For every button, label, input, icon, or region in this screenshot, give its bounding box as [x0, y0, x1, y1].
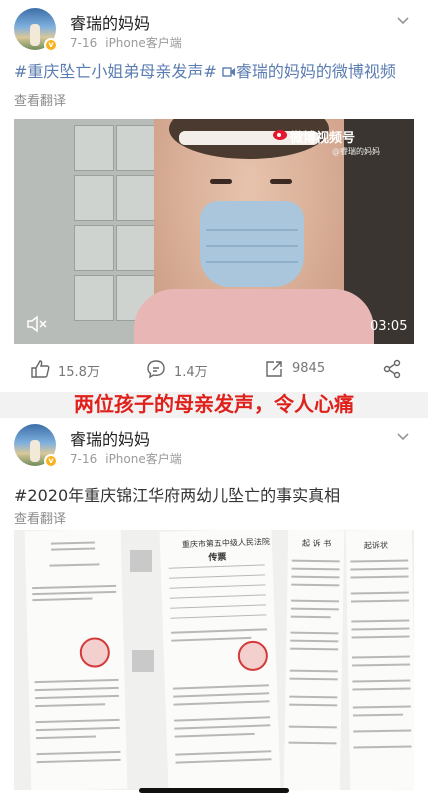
home-indicator[interactable]: [139, 788, 289, 793]
video-watermark-sub: @睿瑞的妈妈: [332, 147, 380, 156]
post-content: #2020年重庆锦江华府两幼儿坠亡的事实真相: [14, 486, 341, 505]
repost-count: 15.8万: [58, 365, 100, 380]
doc2-subtitle: 传票: [208, 552, 227, 564]
mute-icon[interactable]: [26, 315, 48, 333]
video-duration: 03:05: [370, 319, 408, 334]
topic-tag[interactable]: #重庆坠亡小姐弟母亲发声#: [14, 62, 217, 81]
weibo-post-1: v 睿瑞的妈妈 7-16 iPhone客户端 #重庆坠亡小姐弟母亲发声# 睿瑞的妈…: [0, 0, 428, 392]
post-header: v 睿瑞的妈妈 7-16 iPhone客户端: [14, 424, 414, 468]
comment-count: 1.4万: [174, 365, 208, 380]
comment-icon: [147, 360, 165, 379]
post-header: v 睿瑞的妈妈 7-16 iPhone客户端: [14, 8, 414, 52]
post-meta: 7-16 iPhone客户端: [70, 450, 182, 467]
thumbs-up-icon: [31, 360, 50, 378]
like-count: 9845: [292, 361, 326, 376]
document-image[interactable]: 重庆市第五中级人民法院 传票 起 诉 书 起诉状: [14, 530, 414, 790]
video-watermark: 微博视频号: [290, 131, 356, 146]
doc3-title: 起 诉 书: [301, 538, 332, 549]
username[interactable]: 睿瑞的妈妈: [70, 426, 150, 450]
translate-link[interactable]: 查看翻译: [14, 508, 66, 527]
video-link-label: 睿瑞的妈妈的微博视频: [235, 62, 396, 81]
document-page-2: 重庆市第五中级人民法院 传票: [159, 530, 281, 790]
post-date: 7-16: [70, 36, 98, 50]
forward-icon: [266, 361, 282, 377]
document-page-4: 起诉状: [345, 530, 414, 790]
username[interactable]: 睿瑞的妈妈: [70, 10, 150, 34]
post-client: iPhone客户端: [105, 452, 182, 466]
verified-badge-icon: v: [44, 454, 58, 468]
video-player[interactable]: 微博视频号 @睿瑞的妈妈 03:05: [14, 119, 414, 344]
post-date: 7-16: [70, 452, 98, 466]
document-page-1: [24, 530, 128, 790]
weibo-logo-icon: [273, 130, 287, 140]
post-content: #重庆坠亡小姐弟母亲发声# 睿瑞的妈妈的微博视频: [14, 60, 418, 84]
chevron-down-icon[interactable]: [396, 14, 410, 28]
translate-link[interactable]: 查看翻译: [14, 90, 66, 109]
post-meta: 7-16 iPhone客户端: [70, 34, 182, 51]
face-mask: [200, 201, 304, 287]
verified-badge-icon: v: [44, 38, 58, 52]
share-icon: [383, 359, 401, 379]
overlay-caption: 两位孩子的母亲发声，令人心痛: [74, 392, 354, 416]
video-link-icon: [222, 67, 235, 77]
action-bar: 15.8万 1.4万 9845: [0, 356, 428, 384]
chevron-down-icon[interactable]: [396, 430, 410, 444]
document-page-3: 起 诉 书: [283, 530, 345, 790]
video-link[interactable]: 睿瑞的妈妈的微博视频: [222, 62, 396, 81]
doc2-title: 重庆市第五中级人民法院: [181, 537, 271, 550]
post-client: iPhone客户端: [105, 36, 182, 50]
doc4-title: 起诉状: [363, 540, 389, 551]
